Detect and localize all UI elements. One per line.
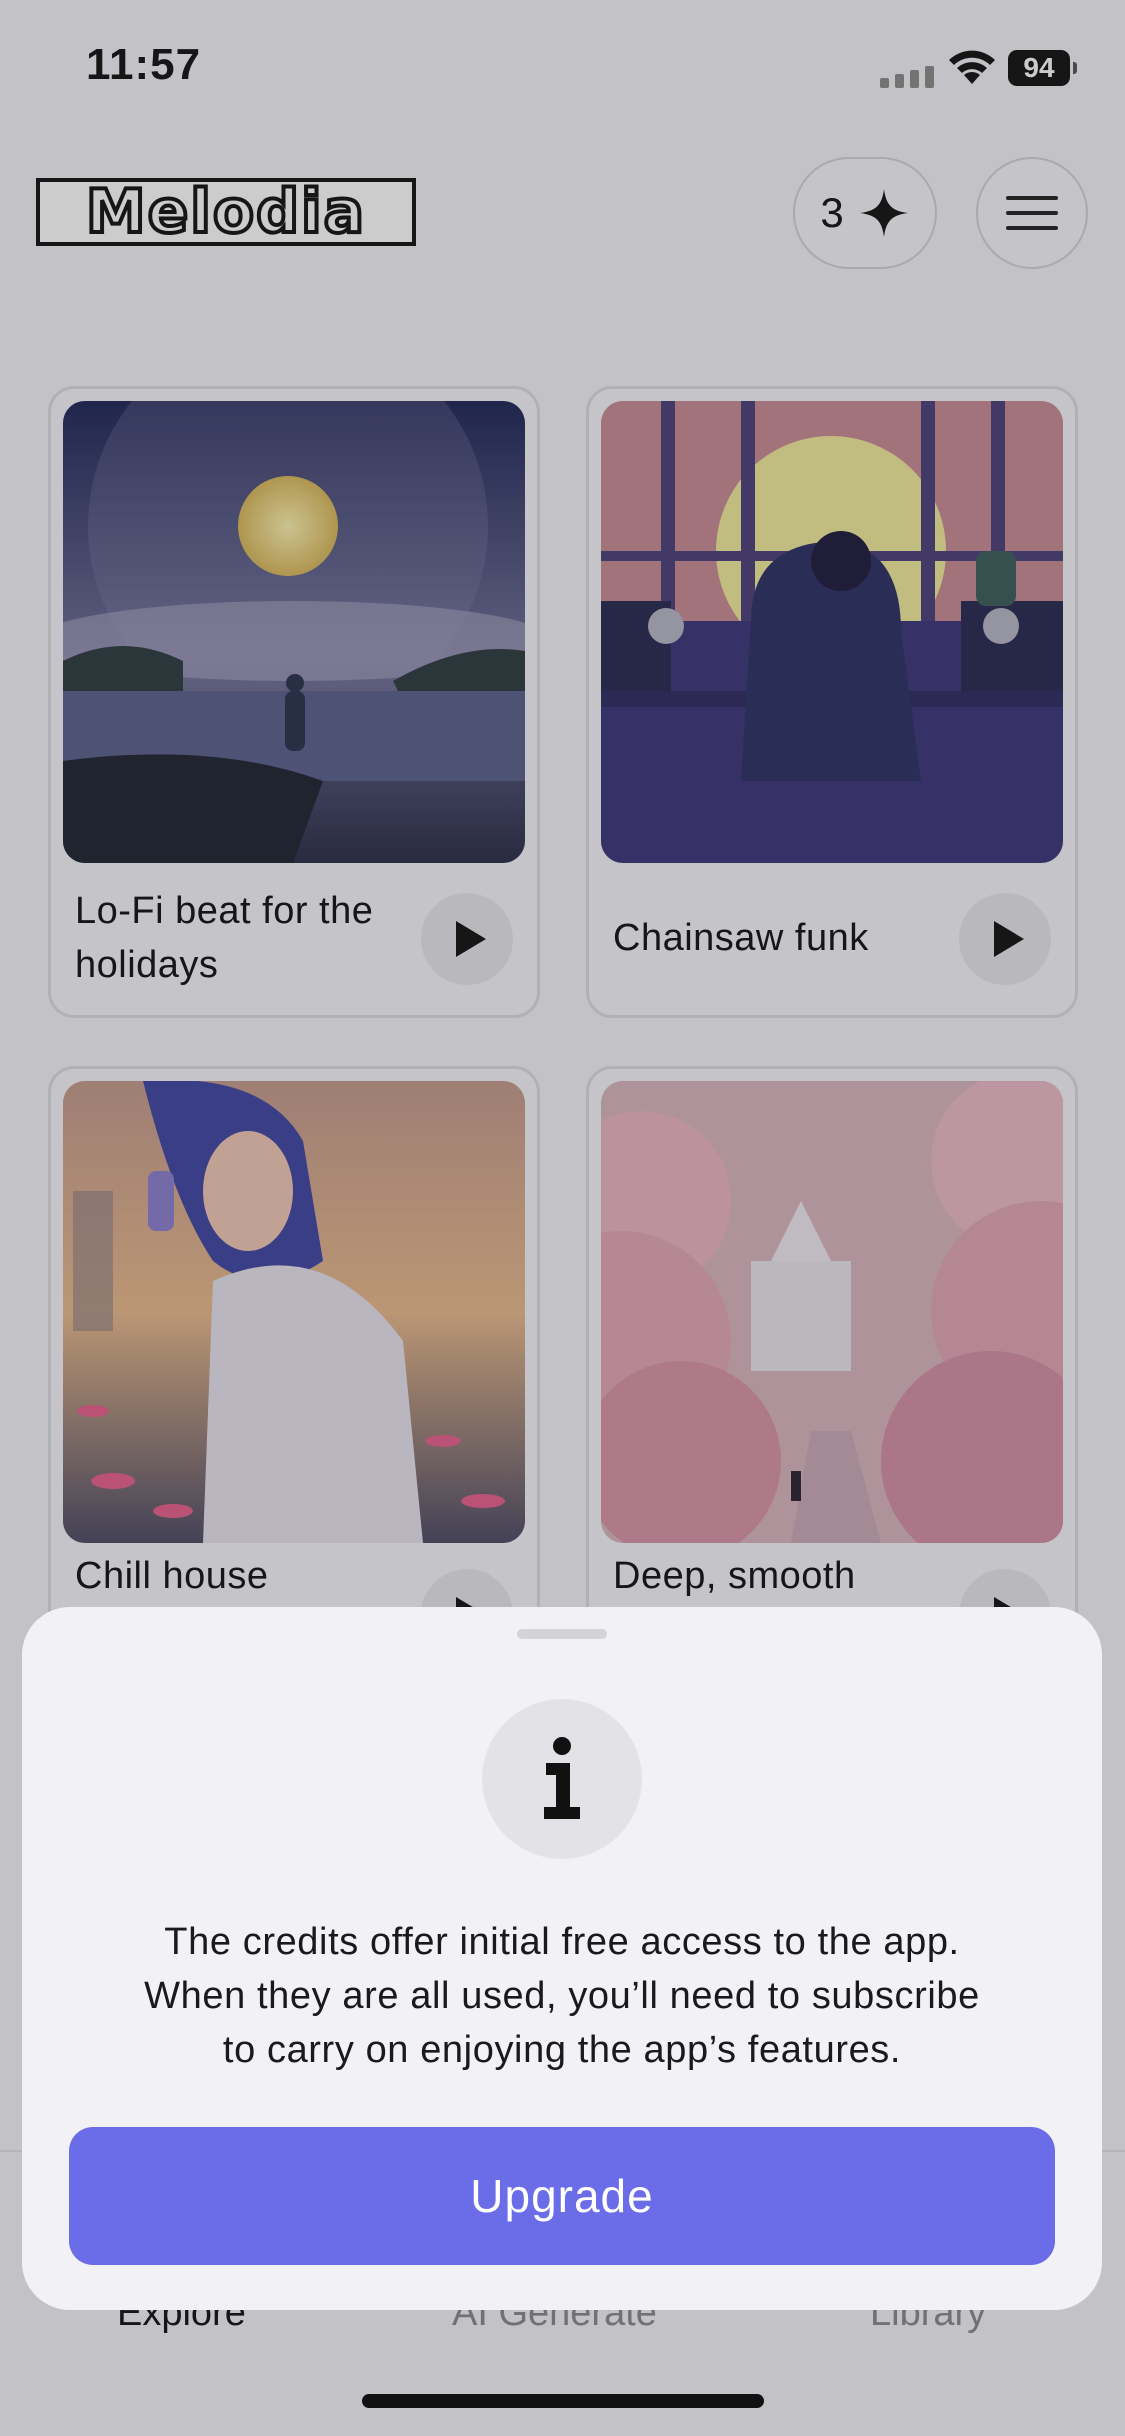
upgrade-button[interactable]: Upgrade: [69, 2127, 1055, 2265]
message-line: The credits offer initial free access to…: [164, 1921, 960, 1963]
credits-info-message: The credits offer initial free access to…: [62, 1915, 1062, 2077]
sheet-grabber[interactable]: [517, 1629, 607, 1639]
message-line: When they are all used, you’ll need to s…: [144, 1975, 980, 2017]
info-badge: [482, 1699, 642, 1859]
message-line: to carry on enjoying the app’s features.: [222, 2029, 902, 2071]
info-icon: [544, 1737, 580, 1819]
home-indicator[interactable]: [362, 2394, 764, 2408]
credits-info-sheet: The credits offer initial free access to…: [22, 1607, 1102, 2310]
